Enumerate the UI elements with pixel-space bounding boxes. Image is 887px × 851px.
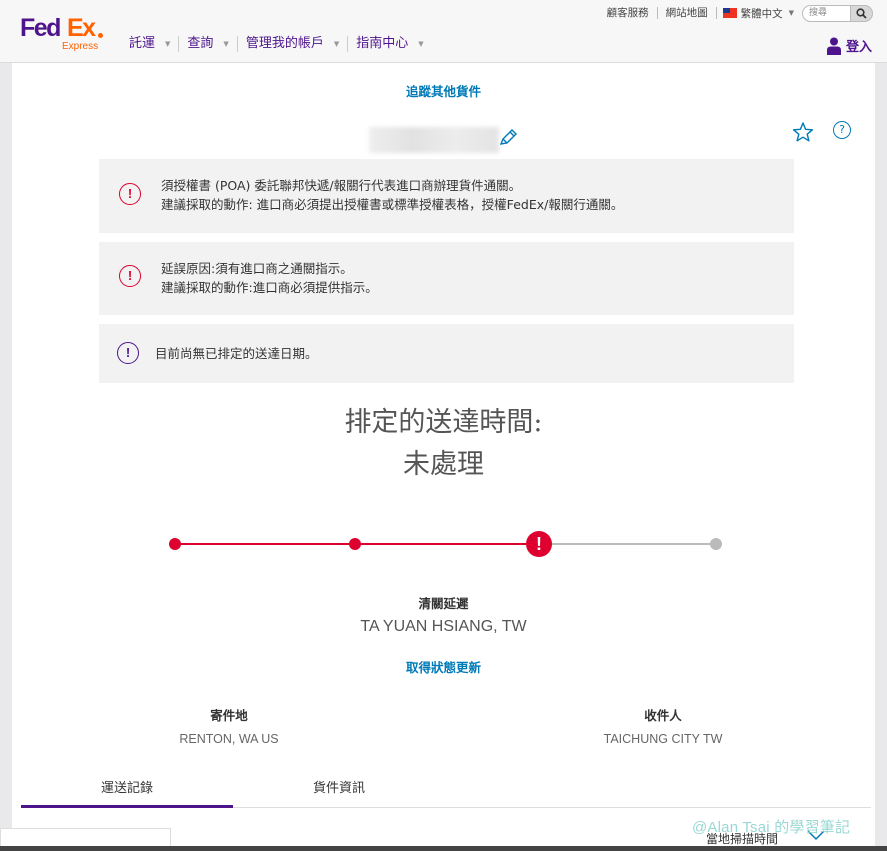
logo-fed-text: Fed <box>20 14 61 42</box>
tab-travel-history[interactable]: 運送記錄 <box>21 775 233 808</box>
tab-shipment-info[interactable]: 貨件資訊 <box>233 775 445 808</box>
progress-step-dot <box>710 538 722 550</box>
tracking-content: 追蹤其他貨件 ? ! 須授權書 (POA) 委託聯邦快遞/報關行代表進口商辦理貨… <box>12 63 875 851</box>
destination-value: TAICHUNG CITY TW <box>603 732 723 746</box>
star-icon[interactable] <box>792 121 814 143</box>
chevron-down-icon: ▼ <box>418 40 424 48</box>
main-nav: 託運 ▼ 查詢 ▼ 管理我的帳戶 ▼ 指南中心 ▼ <box>121 34 432 54</box>
origin-value: RENTON, WA US <box>179 732 279 746</box>
customer-service-link[interactable]: 顧客服務 <box>599 7 658 19</box>
status-title: 清關延遲 <box>418 596 469 611</box>
pencil-icon[interactable] <box>497 127 519 149</box>
logo-express-text: Express <box>62 41 99 52</box>
chevron-down-icon: ▼ <box>165 40 171 48</box>
user-icon <box>826 37 841 55</box>
logo-dot <box>98 33 103 38</box>
sitemap-link[interactable]: 網站地圖 <box>658 7 717 19</box>
site-header: Fed Ex Express 顧客服務 網站地圖 繁體中文 ▼ 搜尋 託運 ▼ 查… <box>0 0 887 63</box>
progress-step-dot <box>349 538 361 550</box>
alert-exclamation-icon: ! <box>119 183 141 205</box>
alert-exclamation-icon: ! <box>119 265 141 287</box>
scheduled-delivery-label: 排定的送達時間: <box>344 407 543 438</box>
language-label: 繁體中文 <box>740 7 783 20</box>
status-location: TA YUAN HSIANG, TW <box>360 618 527 635</box>
logo-ex-text: Ex <box>67 14 96 42</box>
nav-item-track[interactable]: 查詢 ▼ <box>179 36 238 52</box>
help-icon[interactable]: ? <box>833 121 851 139</box>
destination-section: 收件人 TAICHUNG CITY TW <box>553 705 773 746</box>
alert-poa-required: ! 須授權書 (POA) 委託聯邦快遞/報關行代表進口商辦理貨件通關。 建議採取… <box>99 159 794 233</box>
chevron-down-icon: ▼ <box>788 9 794 17</box>
alert-line: 建議採取的動作: 進口商必須提出授權書或標準授權表格，授權FedEx/報關行通關… <box>161 197 624 212</box>
watermark-text: @Alan Tsai 的學習筆記 <box>692 819 851 836</box>
utility-bar: 顧客服務 網站地圖 繁體中文 ▼ 搜尋 <box>599 3 873 23</box>
info-exclamation-icon: ! <box>117 342 139 364</box>
detail-tabs: 運送記錄 貨件資訊 <box>21 775 871 808</box>
alert-no-delivery-date: ! 目前尚無已排定的送達日期。 <box>99 324 794 383</box>
taiwan-flag-icon <box>722 8 737 18</box>
nav-label: 管理我的帳戶 <box>245 36 324 51</box>
nav-label: 託運 <box>129 36 156 51</box>
nav-label: 查詢 <box>187 36 214 51</box>
alert-line: 延誤原因:須有進口商之通關指示。 <box>161 261 353 276</box>
nav-item-ship[interactable]: 託運 ▼ <box>121 36 180 52</box>
search-button[interactable] <box>850 4 873 22</box>
progress-remaining-line <box>538 543 716 545</box>
origin-label: 寄件地 <box>210 708 248 723</box>
origin-section: 寄件地 RENTON, WA US <box>119 705 339 746</box>
chevron-down-icon: ▼ <box>223 40 229 48</box>
get-status-update-link[interactable]: 取得狀態更新 <box>12 657 875 676</box>
progress-exception-icon: ! <box>526 531 552 557</box>
scheduled-delivery-value: 未處理 <box>403 449 484 480</box>
fedex-logo[interactable]: Fed Ex Express <box>20 14 104 54</box>
alert-line: 建議採取的動作:進口商必須提供指示。 <box>161 280 378 295</box>
language-selector[interactable]: 繁體中文 ▼ <box>717 6 794 21</box>
destination-label: 收件人 <box>644 708 682 723</box>
nav-item-guide-center[interactable]: 指南中心 ▼ <box>348 36 431 52</box>
login-label: 登入 <box>845 40 872 55</box>
tracking-number-blurred <box>369 127 499 153</box>
nav-label: 指南中心 <box>356 36 409 51</box>
chevron-down-icon: ▼ <box>333 40 340 48</box>
search-icon <box>856 7 867 19</box>
track-other-shipment-link[interactable]: 追蹤其他貨件 <box>12 81 875 100</box>
alert-line: 目前尚無已排定的送達日期。 <box>155 346 318 361</box>
taskbar-edge <box>0 846 887 851</box>
progress-step-dot <box>169 538 181 550</box>
login-button[interactable]: 登入 <box>826 36 872 55</box>
shipment-progress-bar: ! <box>167 531 727 563</box>
nav-item-manage-account[interactable]: 管理我的帳戶 ▼ <box>238 36 349 52</box>
alert-line: 須授權書 (POA) 委託聯邦快遞/報關行代表進口商辦理貨件通關。 <box>161 178 522 193</box>
alert-delay-reason: ! 延誤原因:須有進口商之通關指示。 建議採取的動作:進口商必須提供指示。 <box>99 242 794 315</box>
